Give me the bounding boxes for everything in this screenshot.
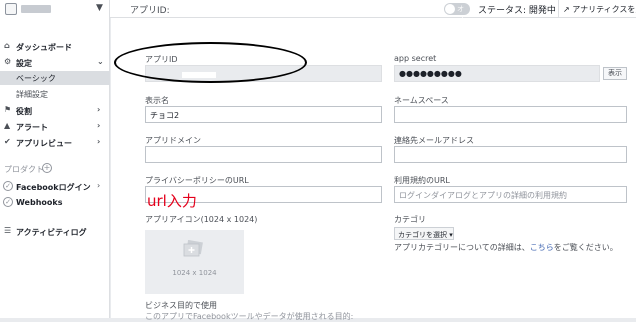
sidebar-item-label: 役割 — [16, 107, 32, 116]
gear-icon: ⚙ — [4, 57, 12, 66]
app-domain-input[interactable] — [145, 146, 382, 163]
shield-check-icon: ✔ — [4, 137, 11, 146]
category-info-link[interactable]: こちら — [530, 243, 554, 252]
url-input-annotation: url入力 — [147, 192, 197, 210]
category-info-suffix: をご覧ください。 — [553, 243, 618, 252]
trend-icon: ↗ — [563, 5, 570, 14]
chevron-right-icon: › — [97, 121, 101, 130]
app-icon-label: アプリアイコン(1024 x 1024) — [145, 215, 258, 224]
chevron-right-icon: › — [97, 181, 101, 190]
app-switcher[interactable]: ▼ — [0, 0, 110, 18]
select-category-button[interactable]: カテゴリを選択 ▾ — [394, 227, 454, 240]
sidebar-item-facebook-login[interactable]: ✓ Facebookログイン › — [0, 180, 110, 194]
namespace-input[interactable] — [394, 106, 627, 123]
sidebar-item-label: アラート — [16, 123, 48, 132]
list-icon: ☰ — [4, 226, 12, 235]
chevron-down-icon: ⌄ — [97, 57, 104, 66]
sidebar-item-label: アプリレビュー — [16, 139, 72, 148]
contact-email-label: 連絡先メールアドレス — [394, 136, 474, 145]
sidebar-item-dashboard[interactable]: ⌂ ダッシュボード — [0, 40, 110, 54]
terms-input[interactable]: ログインダイアログとアプリの詳細の利用規約 — [394, 186, 627, 203]
sidebar-item-alerts[interactable]: ▲ アラート › — [0, 120, 110, 134]
display-name-input[interactable]: チョコ2 — [145, 106, 382, 123]
sidebar-item-label: 詳細設定 — [16, 90, 48, 99]
highlight-ellipse — [114, 42, 307, 83]
show-secret-button[interactable]: 表示 — [603, 67, 627, 80]
sidebar-item-label: ベーシック — [16, 74, 56, 83]
sidebar-item-settings[interactable]: ⚙ 設定 ⌄ — [0, 56, 110, 70]
display-name-label: 表示名 — [145, 96, 169, 105]
business-use-subtext: このアプリでFacebookツールやデータが使用される目的: — [145, 312, 354, 321]
namespace-label: ネームスペース — [394, 96, 449, 105]
sidebar: ⌂ ダッシュボード ⚙ 設定 ⌄ ベーシック 詳細設定 ⚑ 役割 › ▲ アラー… — [0, 18, 110, 318]
category-info-text: アプリカテゴリーについての詳細は、 — [394, 243, 530, 252]
app-secret-field[interactable]: ●●●●●●●●● — [394, 65, 600, 82]
view-analytics-label: アナリティクスを見る — [572, 5, 636, 14]
sidebar-item-label: ダッシュボード — [16, 43, 72, 52]
sidebar-item-advanced[interactable]: 詳細設定 — [0, 87, 110, 101]
chevron-right-icon: › — [97, 137, 101, 146]
sidebar-item-roles[interactable]: ⚑ 役割 › — [0, 104, 110, 118]
app-domain-label: アプリドメイン — [145, 136, 201, 145]
icon-size-text: 1024 x 1024 — [172, 269, 217, 277]
sidebar-item-activity-log[interactable]: ☰ アクティビティログ — [0, 225, 110, 239]
sidebar-item-basic[interactable]: ベーシック — [0, 71, 110, 85]
category-label: カテゴリ — [394, 215, 426, 224]
privacy-policy-label: プライバシーポリシーのURL — [145, 176, 249, 185]
business-use-label: ビジネス目的で使用 — [145, 301, 217, 310]
products-header: プロダクト — [4, 165, 44, 174]
view-analytics-button[interactable]: ↗ アナリティクスを見る — [558, 0, 636, 17]
home-icon: ⌂ — [4, 41, 10, 50]
category-info: アプリカテゴリーについての詳細は、こちらをご覧ください。 — [394, 242, 618, 253]
app-secret-label: app secret — [394, 54, 437, 63]
toggle-knob — [445, 4, 455, 14]
sidebar-item-webhooks[interactable]: ✓ Webhooks — [0, 196, 110, 210]
top-bar: ▼ アプリID: オフ ステータス: 開発中 ↗ アナリティクスを見る — [0, 0, 636, 23]
check-circle-icon: ✓ — [3, 181, 13, 191]
sidebar-item-label: Facebookログイン — [16, 183, 91, 192]
sidebar-item-app-review[interactable]: ✔ アプリレビュー › — [0, 136, 110, 150]
sidebar-item-label: アクティビティログ — [16, 228, 87, 237]
app-status: ステータス: 開発中 — [478, 6, 556, 16]
live-mode-toggle[interactable]: オフ — [444, 3, 470, 23]
app-id-header: アプリID: — [130, 6, 170, 16]
terms-label: 利用規約のURL — [394, 176, 450, 185]
app-name-redacted — [21, 5, 51, 13]
terms-placeholder: ログインダイアログとアプリの詳細の利用規約 — [399, 191, 567, 200]
sidebar-item-label: 設定 — [16, 59, 32, 68]
image-upload-icon — [183, 240, 203, 257]
chevron-right-icon: › — [97, 105, 101, 114]
check-circle-icon: ✓ — [3, 197, 13, 207]
app-icon — [5, 3, 17, 15]
sidebar-item-label: Webhooks — [16, 198, 63, 207]
chevron-down-icon: ▼ — [96, 3, 103, 13]
roles-icon: ⚑ — [4, 105, 12, 114]
app-icon-upload[interactable]: 1024 x 1024 — [145, 230, 244, 294]
bell-icon: ▲ — [4, 121, 11, 130]
contact-email-input[interactable] — [394, 146, 627, 163]
add-product-icon[interactable]: + — [42, 163, 52, 173]
